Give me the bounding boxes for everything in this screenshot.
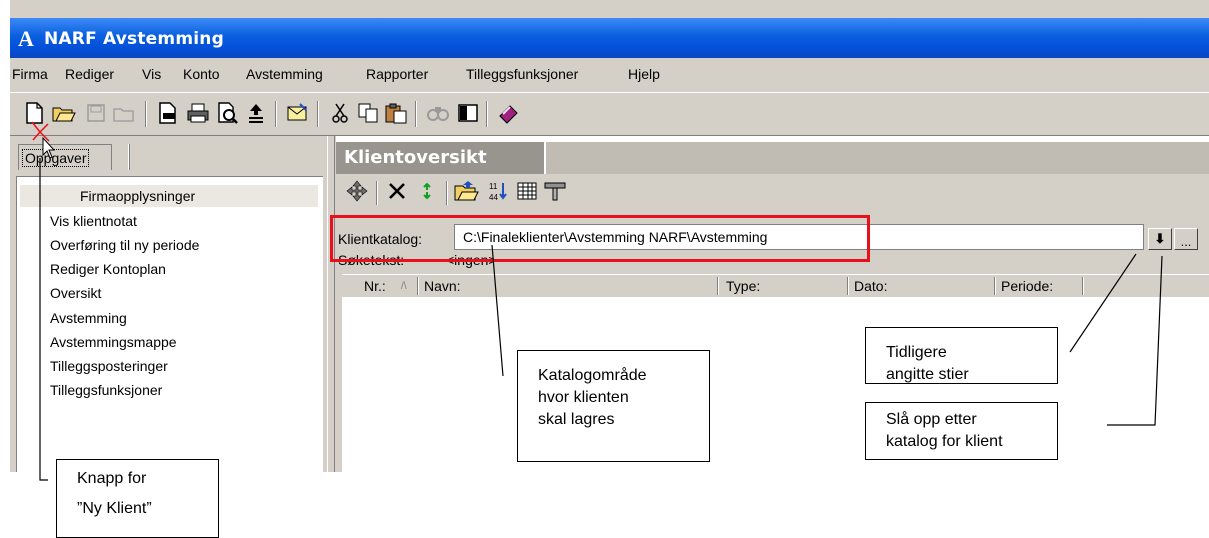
callout-browse-line2: katalog for klient [886,433,1003,450]
callout-paths-line2: angitte stier [886,366,969,383]
callout-catalog-line3: skal lagres [538,411,615,428]
callout-catalog-line1: Katalogområde [538,367,647,384]
callout-previous-paths: Tidligere angitte stier [865,327,1058,384]
callout-paths-line1: Tidligere [886,344,947,361]
callout-browse-line1: Slå opp etter [886,411,977,428]
callout-catalog-line2: hvor klienten [538,389,629,406]
callout-new-client: Knapp for ”Ny Klient” [56,459,219,538]
callout-catalog-area: Katalogområde hvor klienten skal lagres [517,350,710,462]
callout-new-client-line1: Knapp for [77,470,147,487]
callout-browse-catalog: Slå opp etter katalog for klient [865,402,1058,460]
callout-new-client-line2: ”Ny Klient” [77,500,152,517]
